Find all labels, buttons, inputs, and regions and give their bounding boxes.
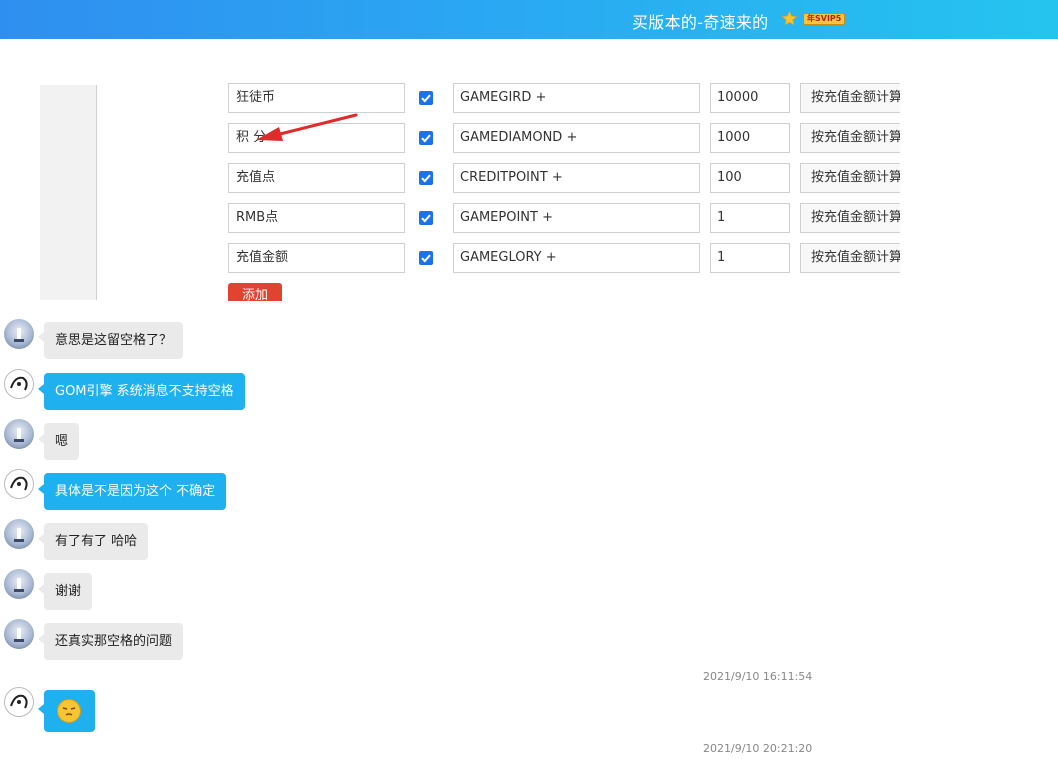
- form-row: 充值金额 GAMEGLORY + 1 按充值金额计算: [0, 243, 1058, 275]
- contact-avatar[interactable]: [4, 619, 34, 649]
- message-bubble[interactable]: 意思是这留空格了？: [44, 322, 184, 359]
- ratio-field[interactable]: 1000: [710, 123, 790, 153]
- enable-checkbox[interactable]: [419, 171, 433, 185]
- contact-name: 买版本的-奇速来的: [632, 13, 769, 32]
- message-timestamp: 2021/9/10 16:11:54: [703, 670, 813, 683]
- ratio-field[interactable]: 1: [710, 243, 790, 273]
- form-row: 狂徒币 GAMEGIRD + 10000 按充值金额计算: [0, 83, 1058, 115]
- contact-avatar[interactable]: [4, 569, 34, 599]
- calc-mode-select[interactable]: 按充值金额计算: [800, 203, 900, 233]
- add-button[interactable]: 添加: [228, 283, 282, 301]
- chat-header: 买版本的-奇速来的 年SVIP5: [0, 0, 1058, 39]
- currency-name-field[interactable]: 积 分: [228, 123, 405, 153]
- emoji-message-bubble[interactable]: [44, 690, 95, 732]
- variable-code-field[interactable]: GAMEGIRD +: [453, 83, 700, 113]
- my-avatar[interactable]: [4, 469, 34, 499]
- message-bubble[interactable]: 有了有了 哈哈: [44, 523, 149, 560]
- contact-avatar[interactable]: [4, 519, 34, 549]
- form-row: 积 分 GAMEDIAMOND + 1000 按充值金额计算: [0, 123, 1058, 155]
- variable-code-field[interactable]: GAMEGLORY +: [453, 243, 700, 273]
- message-bubble[interactable]: GOM引擎 系统消息不支持空格: [44, 373, 245, 410]
- enable-checkbox[interactable]: [419, 91, 433, 105]
- calc-mode-select[interactable]: 按充值金额计算: [800, 123, 900, 153]
- currency-name-field[interactable]: 充值金额: [228, 243, 405, 273]
- star-icon: [781, 10, 798, 26]
- message-bubble[interactable]: 谢谢: [44, 573, 93, 610]
- contact-avatar[interactable]: [4, 319, 34, 349]
- ratio-field[interactable]: 100: [710, 163, 790, 193]
- my-avatar[interactable]: [4, 687, 34, 717]
- message-bubble[interactable]: 还真实那空格的问题: [44, 623, 184, 660]
- enable-checkbox[interactable]: [419, 251, 433, 265]
- calc-mode-select[interactable]: 按充值金额计算: [800, 163, 900, 193]
- message-bubble[interactable]: 具体是不是因为这个 不确定: [44, 473, 227, 510]
- contact-avatar[interactable]: [4, 419, 34, 449]
- shared-screenshot[interactable]: 狂徒币 GAMEGIRD + 10000 按充值金额计算 积 分 GAMEDIA…: [0, 39, 1058, 301]
- vip-badge: 年SVIP5: [803, 13, 846, 25]
- currency-name-field[interactable]: RMB点: [228, 203, 405, 233]
- message-timestamp: 2021/9/10 20:21:20: [703, 742, 813, 755]
- message-bubble[interactable]: 嗯: [44, 423, 80, 460]
- currency-name-field[interactable]: 充值点: [228, 163, 405, 193]
- enable-checkbox[interactable]: [419, 131, 433, 145]
- ratio-field[interactable]: 10000: [710, 83, 790, 113]
- enable-checkbox[interactable]: [419, 211, 433, 225]
- calc-mode-select[interactable]: 按充值金额计算: [800, 83, 900, 113]
- variable-code-field[interactable]: GAMEDIAMOND +: [453, 123, 700, 153]
- variable-code-field[interactable]: GAMEPOINT +: [453, 203, 700, 233]
- variable-code-field[interactable]: CREDITPOINT +: [453, 163, 700, 193]
- form-row: RMB点 GAMEPOINT + 1 按充值金额计算: [0, 203, 1058, 235]
- my-avatar[interactable]: [4, 369, 34, 399]
- form-row: 充值点 CREDITPOINT + 100 按充值金额计算: [0, 163, 1058, 195]
- ratio-field[interactable]: 1: [710, 203, 790, 233]
- emoji-face-icon: [57, 699, 81, 723]
- calc-mode-select[interactable]: 按充值金额计算: [800, 243, 900, 273]
- currency-name-field[interactable]: 狂徒币: [228, 83, 405, 113]
